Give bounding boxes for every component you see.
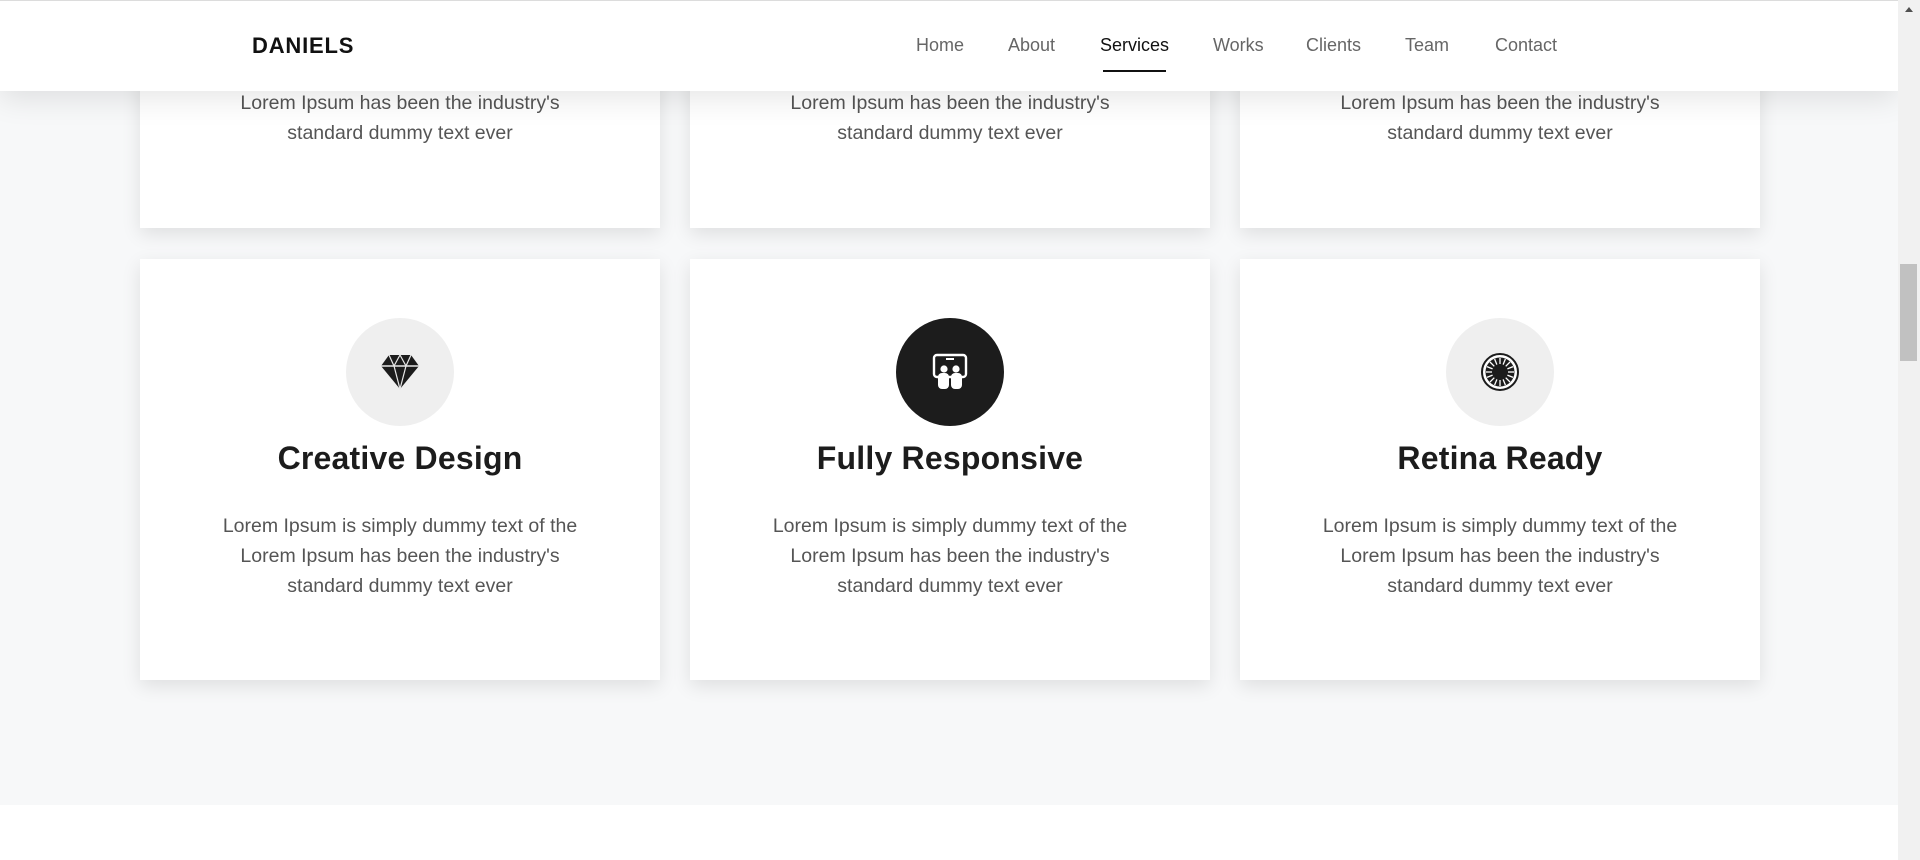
service-card-text: Lorem Ipsum has been the industry's stan… [240,92,560,144]
service-card-text: Lorem Ipsum is simply dummy text of the … [772,515,1128,597]
nav-contact[interactable]: Contact [1495,35,1557,56]
service-card-text: Lorem Ipsum is simply dummy text of the … [1322,515,1678,597]
active-nav-indicator [1103,70,1166,72]
service-card-text: Lorem Ipsum is simply dummy text of the … [222,515,578,597]
service-card-title: Creative Design [277,440,523,476]
nav-services[interactable]: Services [1100,35,1169,56]
icon-circle [896,318,1004,426]
service-card-retina-ready: Retina Ready Lorem Ipsum is simply dummy… [1240,259,1760,680]
service-card-title: Fully Responsive [816,440,1084,476]
nav-clients[interactable]: Clients [1306,35,1361,56]
vertical-scrollbar[interactable] [1898,0,1920,860]
service-card-creative-design: Creative Design Lorem Ipsum is simply du… [140,259,660,680]
service-card-fully-responsive: Fully Responsive Lorem Ipsum is simply d… [690,259,1210,680]
service-card-title: Retina Ready [1397,440,1603,476]
nav-about[interactable]: About [1008,35,1055,56]
scroll-up-arrow-icon[interactable] [1905,7,1913,12]
top-navbar: DANIELS Home About Services Works Client… [0,0,1898,91]
service-card-text: Lorem Ipsum has been the industry's stan… [790,92,1110,144]
nav-home[interactable]: Home [916,35,964,56]
diamond-icon [381,354,419,390]
nav-team[interactable]: Team [1405,35,1449,56]
retina-eye-icon [1481,353,1519,391]
service-card-text: Lorem Ipsum has been the industry's stan… [1340,92,1660,144]
responsive-devices-icon [932,353,968,389]
icon-circle [346,318,454,426]
services-section: Lorem Ipsum has been the industry's stan… [0,0,1898,805]
nav-works[interactable]: Works [1213,35,1264,56]
page: Lorem Ipsum has been the industry's stan… [0,0,1898,860]
icon-circle [1446,318,1554,426]
main-nav: Home About Services Works Clients Team C… [0,35,1898,75]
scrollbar-thumb[interactable] [1900,264,1917,361]
